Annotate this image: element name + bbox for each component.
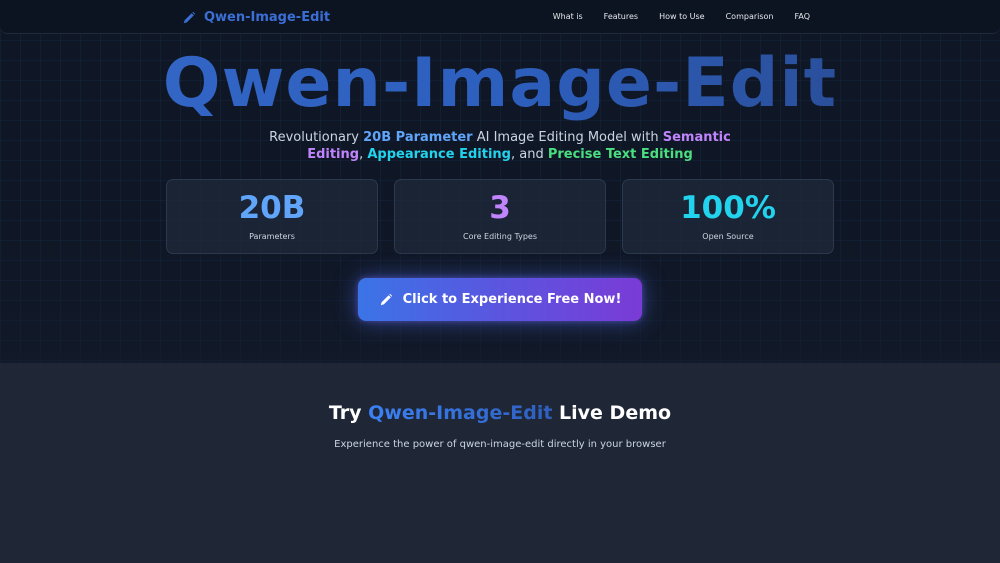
- stat-value: 20B: [238, 190, 306, 226]
- subtitle-highlight-appearance: Appearance Editing: [367, 147, 511, 162]
- brand-name: Qwen-Image-Edit: [204, 9, 331, 25]
- stat-value: 100%: [680, 190, 776, 226]
- stat-value: 3: [489, 190, 511, 226]
- hero-title: Qwen-Image-Edit: [0, 46, 1000, 122]
- live-demo-section: [0, 363, 1000, 563]
- stats-row: 20B Parameters 3 Core Editing Types 100%…: [166, 179, 834, 254]
- demo-title-accent: Qwen-Image-Edit: [368, 402, 553, 424]
- nav-link-faq[interactable]: FAQ: [795, 12, 811, 21]
- subtitle-highlight-text-editing: Precise Text Editing: [547, 147, 693, 162]
- top-navbar: Qwen-Image-Edit What is Features How to …: [0, 0, 1000, 34]
- subtitle-text: AI Image Editing Model with: [472, 130, 663, 145]
- pencil-icon: [182, 10, 196, 24]
- nav-link-what-is[interactable]: What is: [553, 12, 583, 21]
- subtitle-text: Revolutionary: [269, 130, 364, 145]
- demo-subtitle: Experience the power of qwen-image-edit …: [334, 439, 666, 450]
- stat-label: Parameters: [249, 232, 295, 241]
- nav-link-comparison[interactable]: Comparison: [726, 12, 774, 21]
- hero-subtitle: Revolutionary 20B Parameter AI Image Edi…: [250, 129, 750, 163]
- nav-links: What is Features How to Use Comparison F…: [532, 12, 810, 21]
- demo-title-prefix: Try: [328, 402, 369, 424]
- stat-label: Open Source: [702, 232, 754, 241]
- stat-card-parameters: 20B Parameters: [166, 179, 378, 254]
- subtitle-text: , and: [510, 147, 548, 162]
- experience-free-button[interactable]: Click to Experience Free Now!: [358, 278, 642, 321]
- stat-label: Core Editing Types: [462, 232, 537, 241]
- cta-label: Click to Experience Free Now!: [402, 292, 622, 307]
- brand-logo-link[interactable]: Qwen-Image-Edit: [182, 8, 330, 26]
- stat-card-open-source: 100% Open Source: [622, 179, 834, 254]
- stat-card-editing-types: 3 Core Editing Types: [394, 179, 606, 254]
- nav-link-features[interactable]: Features: [604, 12, 638, 21]
- subtitle-highlight-parameters: 20B Parameter: [363, 130, 473, 145]
- demo-title: Try Qwen-Image-Edit Live Demo: [0, 402, 1000, 424]
- demo-title-suffix: Live Demo: [552, 402, 672, 424]
- pencil-icon: [379, 293, 393, 307]
- nav-link-how-to-use[interactable]: How to Use: [659, 12, 705, 21]
